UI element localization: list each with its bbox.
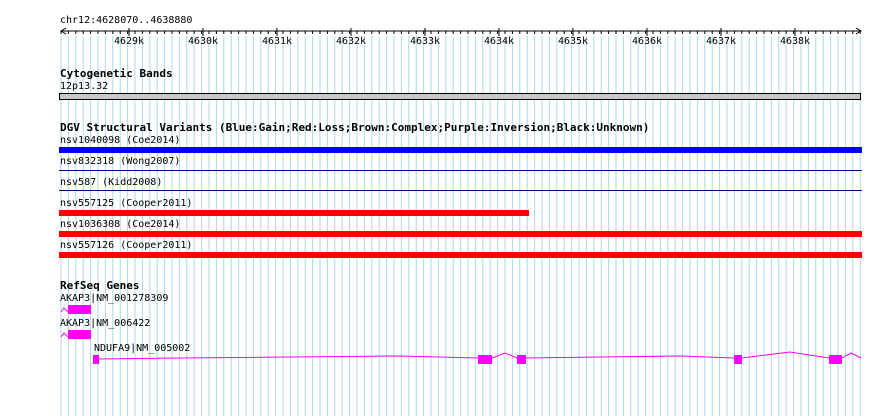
genome-browser-view: chr12:4628070..4638880 4629k 4630k 4631k 46…: [0, 0, 890, 416]
gene-model-akap3-1[interactable]: [60, 305, 91, 314]
gene-model-akap3-2[interactable]: [60, 330, 91, 339]
gene-model-ndufa9[interactable]: [93, 351, 862, 364]
gene-models: [60, 305, 862, 364]
